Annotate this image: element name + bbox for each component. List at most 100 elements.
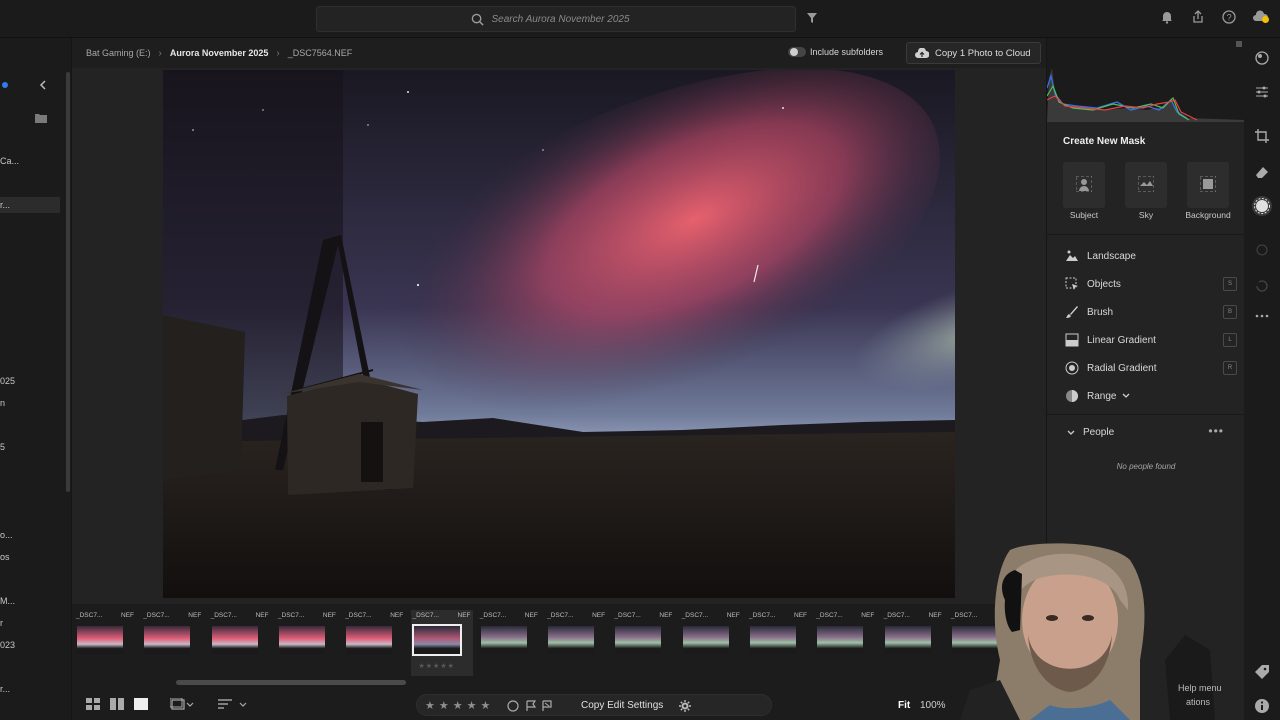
- more-options-icon[interactable]: •••: [1208, 424, 1224, 438]
- left-item[interactable]: r: [0, 618, 3, 628]
- share-icon[interactable]: [1191, 10, 1208, 27]
- breadcrumb-item-drive[interactable]: Bat Gaming (E:): [86, 48, 151, 58]
- fit-zoom-button[interactable]: Fit: [898, 700, 910, 711]
- filmstrip-thumb[interactable]: _DSC7... NEF: [545, 610, 607, 672]
- filmstrip-scrollbar[interactable]: [176, 680, 406, 685]
- more-icon[interactable]: [1254, 308, 1270, 324]
- linear-gradient-tool[interactable]: Linear Gradient L: [1065, 330, 1237, 350]
- thumb-star-rating[interactable]: ★★★★★: [419, 662, 455, 670]
- thumb-filename: _DSC7...: [76, 612, 103, 619]
- filter-icon[interactable]: [806, 12, 818, 24]
- left-item[interactable]: M...: [0, 596, 15, 606]
- panel-title: Create New Mask: [1063, 136, 1146, 147]
- landscape-tool[interactable]: Landscape: [1065, 246, 1237, 266]
- main-photo[interactable]: [163, 70, 955, 598]
- reject-flag-icon[interactable]: [541, 700, 553, 712]
- range-icon: [1066, 390, 1078, 402]
- left-item-active[interactable]: r...: [0, 197, 60, 213]
- divider: [1047, 414, 1245, 415]
- sort-icon[interactable]: [218, 698, 248, 710]
- filmstrip-thumb[interactable]: _DSC7... NEF: [141, 610, 203, 672]
- thumb-filename: _DSC7...: [345, 612, 372, 619]
- star-rating[interactable]: ★★★★★: [425, 699, 494, 712]
- crop-icon[interactable]: [1254, 128, 1270, 144]
- thumb-extension: NEF: [390, 612, 404, 619]
- left-item[interactable]: Ca...: [0, 156, 19, 166]
- help-icon[interactable]: ?: [1222, 10, 1239, 27]
- mask-sky-card[interactable]: [1125, 162, 1167, 208]
- presets-icon[interactable]: [1254, 50, 1270, 66]
- circle-flag-icon[interactable]: [507, 700, 519, 712]
- left-scrollbar[interactable]: [66, 72, 70, 492]
- thumb-filename: _DSC7...: [277, 612, 305, 619]
- pick-flag-icon[interactable]: [525, 700, 537, 712]
- folder-icon[interactable]: [34, 112, 48, 124]
- filmstrip-thumb-selected[interactable]: _DSC7... NEF ★★★★★: [410, 610, 473, 676]
- copy-to-cloud-button[interactable]: Copy 1 Photo to Cloud: [906, 42, 1041, 64]
- left-item[interactable]: os: [0, 552, 10, 562]
- filmstrip-thumb[interactable]: _DSC7... NEF: [612, 610, 674, 672]
- collapse-panel-icon[interactable]: [38, 80, 48, 90]
- left-item[interactable]: o...: [0, 530, 13, 540]
- thumb-filename: _DSC7...: [547, 612, 574, 619]
- filmstrip-thumb[interactable]: _DSC7... NEF: [680, 610, 742, 672]
- versions-icon[interactable]: [1254, 278, 1270, 294]
- thumb-image: [77, 626, 123, 654]
- left-item[interactable]: n: [0, 398, 5, 408]
- bottom-toolbar: ★★★★★ Copy Edit Settings Fit 100%: [72, 690, 1046, 720]
- copy-to-cloud-label: Copy 1 Photo to Cloud: [935, 47, 1031, 59]
- aurora-photo-image: [163, 70, 955, 598]
- filmstrip-thumb[interactable]: _DSC7... NEF: [276, 610, 338, 672]
- detail-view-icon[interactable]: [134, 698, 148, 710]
- radial-gradient-tool[interactable]: Radial Gradient R: [1065, 358, 1237, 378]
- people-section-header[interactable]: People: [1083, 427, 1114, 438]
- copy-edit-settings-button[interactable]: Copy Edit Settings: [581, 700, 663, 711]
- thumb-image: [548, 626, 595, 654]
- thumb-extension: NEF: [188, 612, 202, 619]
- search-input[interactable]: [491, 13, 642, 25]
- grid-view-icon[interactable]: [86, 698, 100, 710]
- filmstrip-thumb[interactable]: _DSC7... NEF: [747, 610, 809, 672]
- breadcrumb: Bat Gaming (E:) › Aurora November 2025 ›…: [72, 48, 352, 59]
- chevron-down-icon: [1123, 393, 1130, 398]
- eraser-icon[interactable]: [1254, 164, 1270, 180]
- filmstrip-thumb[interactable]: _DSC7... NEF: [478, 610, 540, 672]
- breadcrumb-item-folder[interactable]: Aurora November 2025: [170, 48, 269, 58]
- sky-icon: [1138, 176, 1154, 192]
- chevron-down-icon[interactable]: [1067, 430, 1075, 436]
- mask-background-card[interactable]: [1187, 162, 1229, 208]
- filmstrip-thumb[interactable]: _DSC7... NEF: [882, 610, 944, 672]
- thumb-image: [144, 626, 191, 654]
- linear-gradient-shortcut-key: L: [1223, 333, 1237, 347]
- left-item[interactable]: r...: [0, 684, 10, 694]
- filmstrip-thumb[interactable]: _DSC7... NEF: [814, 610, 876, 672]
- mask-subject-card[interactable]: [1063, 162, 1105, 208]
- filmstrip-thumb[interactable]: _DSC7... NEF: [343, 610, 405, 672]
- linear-gradient-icon: [1065, 333, 1079, 347]
- left-item[interactable]: 025: [0, 376, 15, 386]
- objects-tool[interactable]: Objects S: [1065, 274, 1237, 294]
- filmstrip-thumb[interactable]: _DSC7... NEF: [209, 610, 271, 672]
- thumb-filename: _DSC7...: [412, 612, 439, 619]
- zoom-percent-button[interactable]: 100%: [920, 700, 946, 711]
- left-item[interactable]: 023: [0, 640, 15, 650]
- mask-sky-label: Sky: [1138, 210, 1154, 220]
- masking-icon[interactable]: [1252, 196, 1272, 216]
- filmstrip-thumb[interactable]: _DSC7... NEF: [74, 610, 136, 672]
- red-eye-icon[interactable]: [1254, 242, 1270, 258]
- search-box[interactable]: [316, 6, 796, 32]
- bell-icon[interactable]: [1160, 10, 1177, 27]
- slideshow-icon[interactable]: [170, 698, 194, 710]
- square-grid-view-icon[interactable]: [110, 698, 124, 710]
- left-item[interactable]: 5: [0, 442, 5, 452]
- help-menu-text[interactable]: Help menu: [1178, 683, 1222, 693]
- include-subfolders-toggle[interactable]: [788, 47, 806, 57]
- edit-sliders-icon[interactable]: [1254, 84, 1270, 100]
- gear-icon[interactable]: [679, 700, 691, 712]
- thumb-filename: _DSC7...: [210, 612, 237, 619]
- thumb-image: [411, 624, 462, 656]
- range-tool[interactable]: Range: [1065, 386, 1237, 406]
- cloud-status-icon[interactable]: [1253, 10, 1270, 27]
- chevron-right-icon: ›: [158, 47, 162, 59]
- brush-tool[interactable]: Brush B: [1065, 302, 1237, 322]
